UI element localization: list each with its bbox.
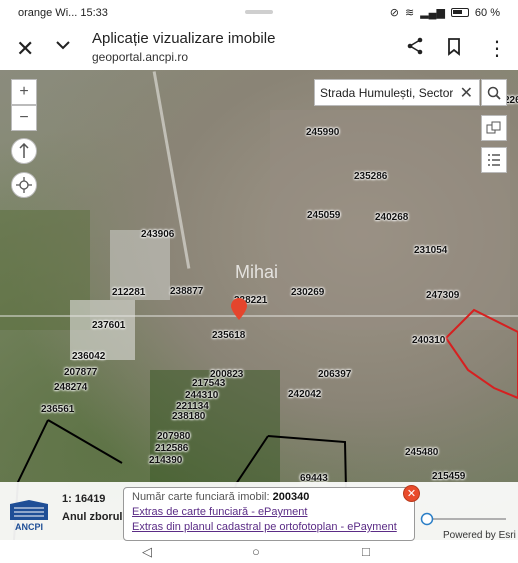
land-book-value: 200340 [272, 491, 310, 503]
parcel-label[interactable]: 215459 [432, 471, 465, 482]
map-scale: 1: 16419 [62, 493, 106, 505]
svg-text:ANCPI: ANCPI [15, 522, 43, 532]
status-icons: ⊘ ≋ ▂▄▆ 60 % [389, 6, 500, 20]
parcel-label[interactable]: 235286 [354, 171, 387, 182]
parcel-label[interactable]: 244310 [185, 390, 218, 401]
zoom-out-button[interactable]: − [11, 105, 37, 131]
layer-list-icon[interactable] [481, 147, 507, 173]
parcel-label[interactable]: 236042 [72, 351, 105, 362]
parcel-label[interactable]: 207877 [64, 367, 97, 378]
satellite-map[interactable]: 245990 235286 245059 240268 243906 23105… [0, 70, 518, 540]
basemap-gallery-icon[interactable] [481, 115, 507, 141]
flight-year-label: Anul zborul [62, 511, 123, 523]
search-button[interactable] [481, 79, 507, 106]
parcel-label[interactable]: 248274 [54, 382, 87, 393]
parcel-label[interactable]: 238180 [172, 411, 205, 422]
land-book-label: Număr carte funciară imobil: [132, 491, 270, 503]
chevron-down-icon[interactable] [55, 38, 71, 56]
parcel-label[interactable]: 206397 [318, 369, 351, 380]
parcel-highlight-red [444, 308, 518, 400]
timeline-slider[interactable] [420, 512, 508, 526]
parcel-label[interactable]: 237601 [92, 320, 125, 331]
parcel-label[interactable]: 212281 [112, 287, 145, 298]
more-options-icon[interactable]: ⋮ [487, 36, 507, 61]
parcel-label[interactable]: 235618 [212, 330, 245, 341]
recent-apps-icon[interactable]: □ [362, 544, 370, 559]
clear-search-icon[interactable]: ✕ [460, 83, 473, 103]
parcel-label[interactable]: 212586 [155, 443, 188, 454]
parcel-label[interactable]: 240268 [375, 212, 408, 223]
signal-icon: ▂▄▆ [420, 7, 445, 19]
locate-me-icon[interactable] [11, 172, 37, 198]
parcel-label[interactable]: 240310 [412, 335, 445, 346]
parcel-label[interactable]: 236561 [41, 404, 74, 415]
parcel-label[interactable]: 214390 [149, 455, 182, 466]
system-nav-bar: ◁ ○ □ [0, 541, 518, 563]
battery-icon [450, 8, 469, 17]
page-url: geoportal.ancpi.ro [92, 50, 189, 64]
parcel-label[interactable]: 207980 [157, 431, 190, 442]
status-bar: orange Wi... 15:33 ⊘ ≋ ▂▄▆ 60 % [0, 0, 518, 26]
close-popup-button[interactable]: ✕ [403, 485, 420, 502]
notch-pill [245, 10, 273, 14]
battery-level: 60 % [474, 6, 500, 19]
land-book-extract-link[interactable]: Extras de carte funciară - ePayment [132, 506, 406, 518]
home-icon[interactable]: ○ [252, 544, 260, 559]
parcel-boundary-black [47, 419, 123, 464]
location-pin-icon[interactable] [231, 298, 247, 320]
bookmark-icon[interactable] [447, 38, 461, 61]
browser-header: ✕ Aplicație vizualizare imobile geoporta… [0, 26, 518, 70]
parcel-label[interactable]: 238877 [170, 286, 203, 297]
compass-north-icon[interactable] [11, 138, 37, 164]
wifi-icon: ≋ [404, 7, 415, 19]
locality-label: Mihai [235, 262, 279, 282]
powered-by-esri: Powered by Esri [443, 530, 516, 541]
parcel-label[interactable]: 242042 [288, 389, 321, 400]
cadastral-plan-extract-link[interactable]: Extras din planul cadastral pe ortofotop… [132, 521, 406, 533]
share-icon[interactable] [406, 37, 424, 60]
parcel-label[interactable]: 247309 [426, 290, 459, 301]
parcel-info-popup: Număr carte funciară imobil: 200340 Extr… [123, 487, 415, 541]
zoom-in-button[interactable]: + [11, 79, 37, 105]
parcel-label[interactable]: 230269 [291, 287, 324, 298]
close-icon[interactable]: ✕ [16, 36, 34, 62]
ancpi-logo: ANCPI [10, 500, 48, 532]
parcel-label[interactable]: 243906 [141, 229, 174, 240]
search-icon [487, 86, 501, 100]
parcel-label[interactable]: 245059 [307, 210, 340, 221]
parcel-label[interactable]: 245990 [306, 127, 339, 138]
search-input[interactable] [315, 80, 453, 105]
parcel-label[interactable]: 217543 [192, 378, 225, 389]
search-box: ✕ [314, 79, 480, 106]
parcel-label[interactable]: 245480 [405, 447, 438, 458]
carrier-time: orange Wi... 15:33 [18, 7, 108, 19]
parcel-label[interactable]: 231054 [414, 245, 447, 256]
page-title: Aplicație vizualizare imobile [92, 30, 276, 47]
back-icon[interactable]: ◁ [142, 544, 152, 560]
nfc-icon: ⊘ [389, 7, 399, 19]
land-book-number: Număr carte funciară imobil: 200340 [132, 491, 406, 503]
